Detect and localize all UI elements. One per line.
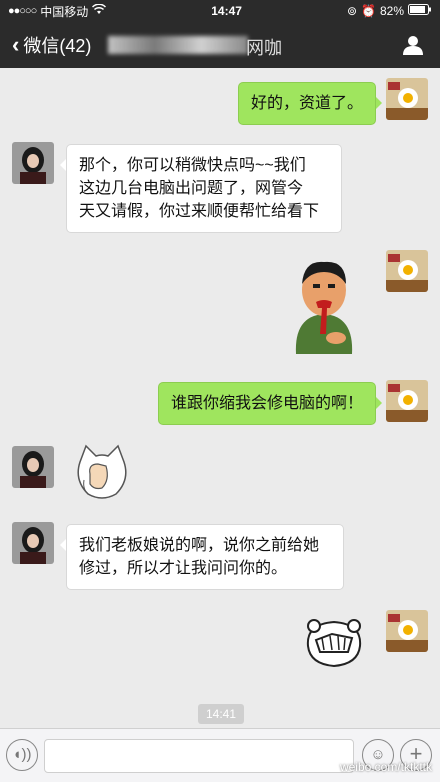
alarm-icon: ⏰ [361,4,376,18]
voice-input-button[interactable]: ◖)) [6,739,38,771]
nav-bar: ‹ 微信(42) 网咖 [0,22,440,68]
message-bubble-out[interactable]: 谁跟你缩我会修电脑的啊！ [157,382,383,425]
my-avatar[interactable] [386,250,428,292]
clock: 14:47 [211,4,242,18]
message-bubble-in[interactable]: 那个，你可以稍微快点吗~~我们 这边几台电脑出问题了，网管今 天又请假，你过来顺… [60,144,342,233]
message-text-line: 我们老板娘说的啊，说你之前给她 [79,537,320,554]
watermark: weibo.com/tktkttk [339,760,432,774]
battery-icon [408,4,432,18]
contact-avatar[interactable] [12,142,54,184]
back-label: 微信(42) [23,36,92,56]
voice-icon: ◖)) [12,746,32,763]
bear-facepalm-sticker[interactable] [302,616,366,668]
message-text-line: 那个，你可以稍微快点吗~~我们 [79,157,306,174]
message-timestamp: 14:41 [198,704,244,724]
rotation-lock-icon: ⊚ [346,4,358,18]
message-input[interactable] [44,739,354,773]
message-text: 好的，资道了。 [250,95,363,112]
bleeding-man-sticker[interactable] [286,254,362,354]
my-avatar[interactable] [386,610,428,652]
contact-avatar[interactable] [12,522,54,564]
status-bar: ●●○○○ 中国移动 14:47 ⊚ ⏰ 82% [0,0,440,22]
my-avatar[interactable] [386,380,428,422]
message-text: 谁跟你缩我会修电脑的啊！ [170,395,363,412]
carrier-label: 中国移动 [40,4,89,19]
chat-title: 网咖 [246,38,282,58]
cat-facepalm-sticker[interactable] [72,444,132,504]
message-bubble-out[interactable]: 好的，资道了。 [237,82,383,125]
chevron-left-icon: ‹ [12,32,20,57]
message-text-line: 天又请假，你过来顺便帮忙给看下 [79,203,320,220]
contact-avatar[interactable] [12,446,54,488]
back-button[interactable]: ‹ 微信(42) [12,32,91,58]
message-text-line: 这边几台电脑出问题了，网管今 [79,180,304,197]
redacted-title [108,36,248,54]
signal-indicator: ●●○○○ [8,5,37,17]
message-bubble-in[interactable]: 我们老板娘说的啊，说你之前给她 修过，所以才让我问问你的。 [60,524,344,590]
top-bar: ●●○○○ 中国移动 14:47 ⊚ ⏰ 82% ‹ 微信(42) 网咖 [0,0,440,68]
my-avatar[interactable] [386,78,428,120]
chat-area[interactable]: 好的，资道了。 那个，你可以稍微快点吗~~我们 这边几台电脑出问题了，网管今 天… [0,68,440,728]
battery-percent: 82% [379,4,404,18]
wifi-icon [92,3,107,18]
message-text-line: 修过，所以才让我问问你的。 [79,560,288,577]
person-icon[interactable] [402,34,424,56]
